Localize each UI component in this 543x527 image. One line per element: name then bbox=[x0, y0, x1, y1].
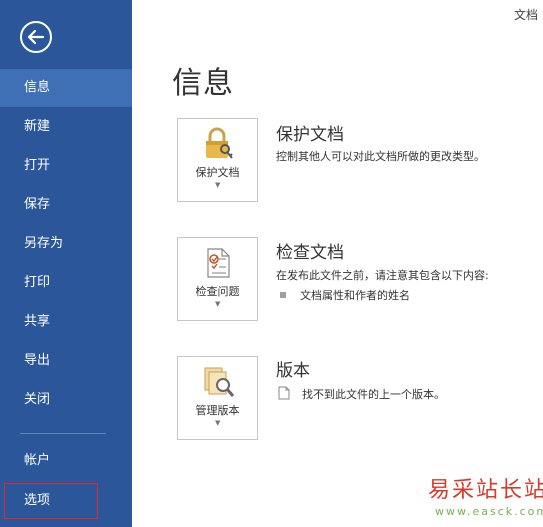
lock-key-icon bbox=[206, 127, 233, 159]
nav-item-print[interactable]: 打印 bbox=[0, 264, 132, 302]
back-button[interactable] bbox=[20, 21, 52, 53]
nav-divider bbox=[20, 433, 106, 434]
protect-document-tile-label: 保护文档 bbox=[195, 166, 240, 179]
inspect-document-desc: 在发布此文件之前，请注意其包含以下内容: bbox=[276, 269, 489, 282]
nav-item-info[interactable]: 信息 bbox=[0, 69, 132, 107]
nav-item-save[interactable]: 保存 bbox=[0, 186, 132, 224]
manage-versions-icon bbox=[204, 367, 235, 397]
nav-item-account[interactable]: 帐户 bbox=[0, 442, 132, 480]
watermark-url: www.easck.com bbox=[435, 505, 543, 518]
bullet-icon bbox=[280, 292, 286, 298]
check-issues-button[interactable]: 检查问题 ▼ bbox=[177, 237, 258, 321]
nav-item-open[interactable]: 打开 bbox=[0, 147, 132, 185]
chevron-down-icon: ▼ bbox=[215, 300, 221, 308]
backstage-sidebar: 信息 新建 打开 保存 另存为 打印 共享 导出 关闭 帐户 选项 bbox=[0, 0, 132, 527]
check-issues-tile-label: 检查问题 bbox=[195, 285, 240, 298]
protect-document-button[interactable]: 保护文档 ▼ bbox=[177, 118, 258, 202]
nav-item-export[interactable]: 导出 bbox=[0, 342, 132, 380]
chevron-down-icon: ▼ bbox=[215, 419, 221, 427]
manage-versions-tile-label: 管理版本 bbox=[195, 404, 240, 417]
inspect-sub-item: 文档属性和作者的姓名 bbox=[300, 289, 410, 302]
inspect-document-title: 检查文档 bbox=[276, 243, 344, 263]
versions-desc: 找不到此文件的上一个版本。 bbox=[302, 388, 445, 401]
options-highlight-box bbox=[4, 483, 98, 519]
document-name-label: 文档 bbox=[514, 8, 539, 22]
document-icon bbox=[278, 386, 290, 400]
nav-item-share[interactable]: 共享 bbox=[0, 303, 132, 341]
nav-item-save-as[interactable]: 另存为 bbox=[0, 225, 132, 263]
manage-versions-button[interactable]: 管理版本 ▼ bbox=[177, 356, 258, 440]
protect-document-title: 保护文档 bbox=[276, 125, 344, 145]
back-arrow-icon bbox=[27, 29, 45, 45]
nav-item-new[interactable]: 新建 bbox=[0, 108, 132, 146]
page-title: 信息 bbox=[172, 66, 234, 101]
inspect-document-icon bbox=[207, 248, 230, 278]
nav-item-close[interactable]: 关闭 bbox=[0, 381, 132, 419]
protect-document-desc: 控制其他人可以对此文档所做的更改类型。 bbox=[276, 150, 485, 163]
watermark-logo-text: 易采站长站 bbox=[428, 478, 543, 503]
chevron-down-icon: ▼ bbox=[215, 181, 221, 189]
versions-title: 版本 bbox=[276, 361, 310, 381]
